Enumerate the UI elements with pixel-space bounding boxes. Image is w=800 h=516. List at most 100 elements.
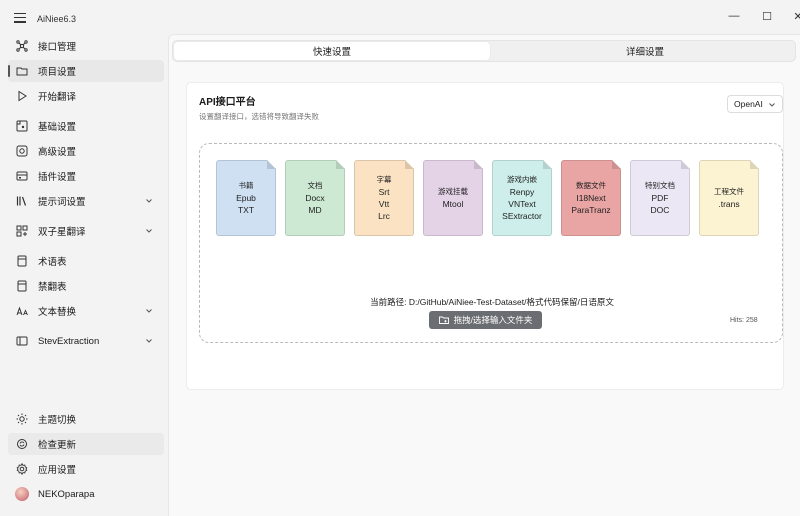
file-type-document[interactable]: 文档 Docx MD bbox=[285, 160, 345, 236]
file-type-format: Vtt bbox=[378, 199, 390, 209]
file-type-data[interactable]: 数据文件 I18Next ParaTranz bbox=[561, 160, 621, 236]
settings-tab-bar: 快速设置 详细设置 bbox=[172, 40, 796, 62]
extraction-icon bbox=[16, 335, 28, 347]
sidebar-item-label: 术语表 bbox=[38, 257, 67, 268]
sidebar-item-plugin-settings[interactable]: 插件设置 bbox=[8, 165, 164, 187]
folder-add-icon bbox=[438, 315, 449, 325]
close-button[interactable]: ✕ bbox=[784, 6, 800, 26]
file-type-label: 游戏挂载 bbox=[438, 187, 468, 196]
plugin-icon bbox=[16, 170, 28, 182]
current-path: 当前路径: D:/GitHub/AiNiee-Test-Dataset/格式代码… bbox=[370, 297, 614, 307]
sidebar-item-label: 接口管理 bbox=[38, 42, 77, 53]
file-type-format: SExtractor bbox=[502, 211, 542, 221]
tab-detail-settings[interactable]: 详细设置 bbox=[497, 42, 793, 60]
chevron-down-icon[interactable] bbox=[144, 196, 154, 206]
sidebar-item-app-settings[interactable]: 应用设置 bbox=[8, 458, 164, 480]
file-type-project[interactable]: 工程文件 .trans bbox=[699, 160, 759, 236]
file-type-format: TXT bbox=[237, 205, 255, 215]
file-type-format: Srt bbox=[378, 187, 390, 197]
sidebar-item-theme-switch[interactable]: 主题切换 bbox=[8, 408, 164, 430]
file-type-game-embedded[interactable]: 游戏内嵌 Renpy VNText SExtractor bbox=[492, 160, 552, 236]
file-type-book[interactable]: 书籍 Epub TXT bbox=[216, 160, 276, 236]
chevron-down-icon[interactable] bbox=[144, 306, 154, 316]
sidebar-item-prompt-settings[interactable]: 提示词设置 bbox=[8, 190, 164, 212]
sidebar-item-label: 双子星翻译 bbox=[38, 227, 86, 238]
file-type-label: 文档 bbox=[307, 181, 323, 190]
app-window: AiNiee6.3 — ☐ ✕ 接口管理 项目设置 开始翻译 基础设置 高级设置… bbox=[0, 0, 800, 516]
sun-icon bbox=[16, 413, 28, 425]
file-type-game-mount[interactable]: 游戏挂载 Mtool bbox=[423, 160, 483, 236]
sidebar-item-label: 应用设置 bbox=[38, 465, 77, 476]
sidebar-item-advanced-settings[interactable]: 高级设置 bbox=[8, 140, 164, 162]
sidebar-item-glossary[interactable]: 术语表 bbox=[8, 250, 164, 272]
file-type-list: 书籍 Epub TXT 文档 Docx MD 字幕 Srt Vtt Lrc 游戏… bbox=[216, 160, 776, 238]
sidebar-item-label: 高级设置 bbox=[38, 147, 77, 158]
sidebar-item-project-settings[interactable]: 项目设置 bbox=[8, 60, 164, 82]
sidebar-item-label: 禁翻表 bbox=[38, 282, 67, 293]
app-title: AiNiee6.3 bbox=[37, 14, 77, 24]
file-type-label: 数据文件 bbox=[576, 181, 606, 190]
api-platform-subtitle: 设置翻译接口，选错将导致翻译失败 bbox=[199, 112, 319, 121]
title-bar: AiNiee6.3 — ☐ ✕ bbox=[0, 0, 800, 34]
file-type-subtitle[interactable]: 字幕 Srt Vtt Lrc bbox=[354, 160, 414, 236]
file-type-format: PDF bbox=[651, 193, 669, 203]
basic-settings-icon bbox=[16, 120, 28, 132]
play-icon bbox=[16, 90, 28, 102]
grid-icon bbox=[16, 225, 28, 237]
project-settings-card: API接口平台 设置翻译接口，选错将导致翻译失败 OpenAI 书籍 Epub … bbox=[186, 82, 784, 390]
gear-icon bbox=[16, 463, 28, 475]
sidebar-item-label: 基础设置 bbox=[38, 122, 77, 133]
sidebar-item-start-translation[interactable]: 开始翻译 bbox=[8, 85, 164, 107]
sidebar-item-label: 检查更新 bbox=[38, 440, 77, 451]
file-type-format: DOC bbox=[650, 205, 670, 215]
file-type-format: Renpy bbox=[509, 187, 535, 197]
hamburger-menu-icon[interactable] bbox=[14, 13, 26, 23]
folder-drop-zone[interactable]: 书籍 Epub TXT 文档 Docx MD 字幕 Srt Vtt Lrc 游戏… bbox=[199, 143, 783, 343]
file-type-format: Mtool bbox=[442, 199, 464, 209]
book-icon bbox=[16, 255, 28, 267]
sidebar-item-label: 项目设置 bbox=[38, 67, 77, 78]
user-name: NEKOparapa bbox=[38, 488, 95, 500]
chevron-down-icon[interactable] bbox=[144, 226, 154, 236]
sidebar-item-gemini-translation[interactable]: 双子星翻译 bbox=[8, 220, 164, 242]
api-platform-select[interactable]: OpenAI bbox=[727, 95, 783, 113]
file-type-format: I18Next bbox=[576, 193, 606, 203]
sidebar-item-basic-settings[interactable]: 基础设置 bbox=[8, 115, 164, 137]
sidebar-item-text-replace[interactable]: 文本替换 bbox=[8, 300, 164, 322]
sidebar-item-stev-extraction[interactable]: StevExtraction bbox=[8, 330, 164, 352]
active-indicator bbox=[8, 65, 10, 77]
select-input-folder-button[interactable]: 拖拽/选择输入文件夹 bbox=[429, 311, 542, 329]
sidebar-item-label: 插件设置 bbox=[38, 172, 77, 183]
file-type-format: .trans bbox=[718, 199, 740, 209]
tab-quick-settings[interactable]: 快速设置 bbox=[174, 42, 490, 60]
file-type-format: Epub bbox=[236, 193, 256, 203]
sidebar-item-api-management[interactable]: 接口管理 bbox=[8, 35, 164, 57]
sidebar-item-label: 开始翻译 bbox=[38, 92, 77, 103]
file-type-label: 字幕 bbox=[376, 175, 392, 184]
folder-icon bbox=[16, 65, 28, 77]
book-icon bbox=[16, 280, 28, 292]
sidebar-item-check-update[interactable]: 检查更新 bbox=[8, 433, 164, 455]
file-type-label: 游戏内嵌 bbox=[507, 175, 537, 184]
file-type-format: Lrc bbox=[378, 211, 390, 221]
chevron-down-icon[interactable] bbox=[144, 336, 154, 346]
text-replace-icon bbox=[16, 305, 28, 317]
advanced-settings-icon bbox=[16, 145, 28, 157]
sync-icon bbox=[16, 438, 28, 450]
file-type-special-document[interactable]: 特别文档 PDF DOC bbox=[630, 160, 690, 236]
file-type-label: 工程文件 bbox=[714, 187, 744, 196]
file-type-label: 特别文档 bbox=[645, 181, 675, 190]
minimize-button[interactable]: — bbox=[720, 6, 748, 26]
sidebar-item-user-profile[interactable]: NEKOparapa bbox=[8, 483, 164, 505]
chevron-down-icon bbox=[768, 101, 776, 109]
main-content: 快速设置 详细设置 API接口平台 设置翻译接口，选错将导致翻译失败 OpenA… bbox=[168, 34, 800, 516]
file-type-format: MD bbox=[308, 205, 322, 215]
library-icon bbox=[16, 195, 28, 207]
sidebar-item-label: 提示词设置 bbox=[38, 197, 86, 208]
select-input-folder-label: 拖拽/选择输入文件夹 bbox=[453, 315, 533, 325]
maximize-button[interactable]: ☐ bbox=[753, 6, 781, 26]
sidebar-item-no-translate-list[interactable]: 禁翻表 bbox=[8, 275, 164, 297]
sidebar-item-label: StevExtraction bbox=[38, 335, 100, 347]
file-type-format: ParaTranz bbox=[571, 205, 611, 215]
sidebar-item-label: 主题切换 bbox=[38, 415, 77, 426]
